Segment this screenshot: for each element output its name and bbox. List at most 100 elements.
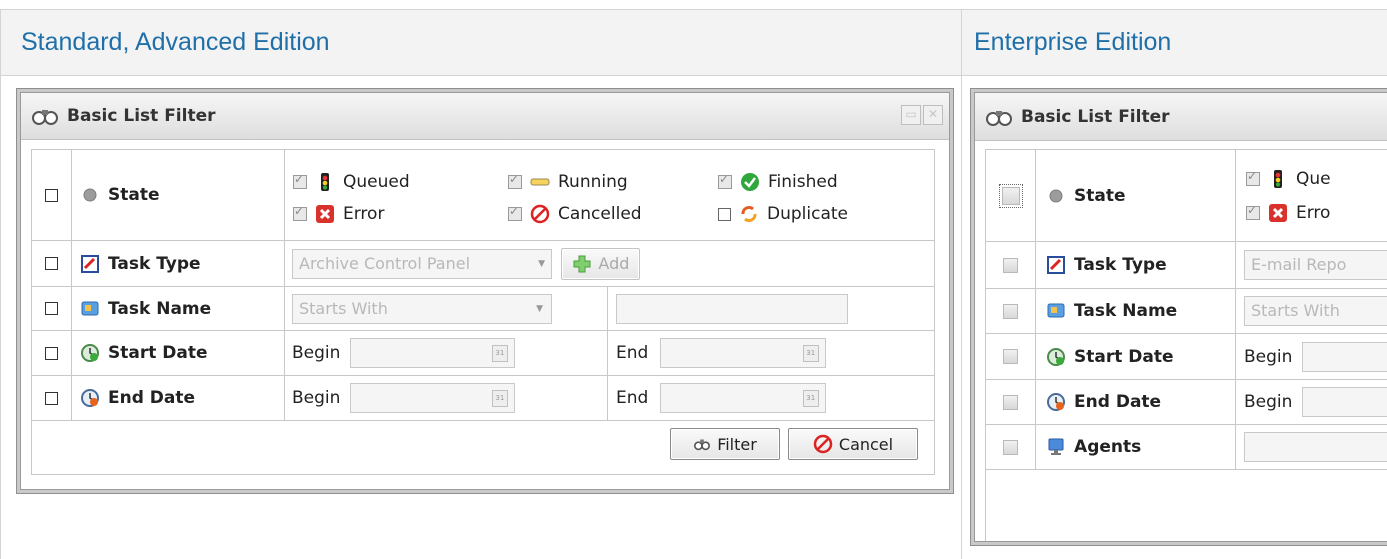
task-name-checkbox-enterprise[interactable] (1003, 303, 1019, 319)
window-titlebar[interactable]: Basic List Filter ▭ ✕ (21, 93, 949, 140)
table-row-agents-enterprise: Agents (984, 424, 1387, 470)
start-end-label: End (616, 343, 649, 363)
start-date-checkbox-enterprise[interactable] (1003, 349, 1019, 364)
task-name-checkbox[interactable] (45, 302, 58, 315)
table-border-left (0, 9, 1, 559)
start-begin-input[interactable]: 31 (349, 338, 515, 368)
column-heading-left-text: Standard, Advanced Edition (21, 28, 330, 56)
basic-list-filter-window-enterprise: Basic List Filter State Que Erro (974, 92, 1387, 542)
state-label-enterprise: State (1074, 185, 1126, 206)
state-option-queued-enterprise[interactable]: Que (1246, 169, 1387, 189)
table-row-state-enterprise: State Que Erro (984, 149, 1387, 242)
filter-table-enterprise: State Que Erro Task Typ (984, 149, 1387, 541)
task-type-icon (1047, 256, 1066, 274)
state-option-running[interactable]: Running (508, 172, 718, 192)
start-end-input[interactable]: 31 (659, 338, 826, 368)
task-name-match-dropdown[interactable]: Starts With ▼ (292, 293, 552, 324)
end-begin-input[interactable]: 31 (349, 383, 515, 413)
task-name-label: Task Name (108, 298, 212, 319)
end-date-checkbox-enterprise[interactable] (1003, 394, 1019, 410)
add-label: Add (598, 254, 630, 273)
end-date-clock-icon (81, 389, 99, 407)
start-date-clock-icon (1047, 347, 1066, 366)
duplicate-label: Duplicate (767, 204, 848, 224)
calendar-icon[interactable]: 31 (491, 345, 508, 362)
calendar-icon[interactable]: 31 (802, 345, 819, 362)
task-name-icon (1047, 303, 1065, 318)
state-dot-icon (1049, 189, 1063, 202)
task-name-match-value: Starts With (299, 298, 388, 318)
table-row-end-date-enterprise: End Date Begin (984, 379, 1387, 425)
column-heading-right-text: Enterprise Edition (974, 28, 1172, 56)
document-table: Standard, Advanced Edition Enterprise Ed… (0, 0, 1387, 559)
table-row-task-type-enterprise: Task Type E-mail Repo (984, 241, 1387, 289)
table-row-start-date: Start Date Begin 31 End 31 (31, 330, 935, 376)
running-label: Running (558, 172, 628, 192)
end-begin-input-enterprise[interactable] (1301, 387, 1387, 417)
task-name-input[interactable] (616, 293, 848, 324)
calendar-icon[interactable]: 31 (491, 390, 508, 407)
cancelled-checkbox[interactable] (508, 204, 522, 221)
progress-bar-icon (530, 178, 550, 186)
window-title: Basic List Filter (67, 106, 216, 126)
state-option-finished[interactable]: Finished (718, 172, 918, 192)
button-bar: Filter Cancel (31, 420, 935, 475)
end-end-label: End (616, 388, 649, 408)
error-checkbox-enterprise[interactable] (1246, 203, 1260, 220)
end-begin-label: Begin (292, 388, 341, 408)
task-type-checkbox[interactable] (45, 257, 58, 270)
task-name-label-enterprise: Task Name (1074, 301, 1178, 321)
state-option-duplicate[interactable]: Duplicate (718, 204, 918, 224)
window-titlebar-enterprise[interactable]: Basic List Filter (975, 93, 1387, 141)
filter-button[interactable]: Filter (670, 428, 780, 460)
cancel-circle-icon (813, 434, 833, 454)
start-date-label: Start Date (108, 343, 208, 363)
finished-checkbox[interactable] (718, 172, 732, 189)
state-dot-icon (83, 188, 97, 202)
computer-icon (1048, 438, 1064, 455)
traffic-light-icon (321, 173, 329, 191)
task-name-match-value-enterprise: Starts With (1251, 301, 1340, 320)
state-option-queued[interactable]: Queued (293, 172, 508, 192)
minimize-button[interactable]: ▭ (901, 105, 921, 125)
state-checkbox[interactable] (45, 188, 58, 202)
filter-label: Filter (717, 434, 757, 454)
end-date-clock-icon (1047, 393, 1066, 411)
start-begin-input-enterprise[interactable] (1301, 341, 1387, 372)
task-type-dropdown[interactable]: Archive Control Panel ▼ (292, 248, 552, 279)
state-option-cancelled[interactable]: Cancelled (508, 204, 718, 224)
running-checkbox[interactable] (508, 172, 522, 189)
start-date-checkbox[interactable] (45, 346, 58, 360)
duplicate-checkbox[interactable] (718, 207, 731, 221)
state-option-error[interactable]: Error (293, 204, 508, 224)
cancel-button[interactable]: Cancel (788, 428, 918, 460)
error-label-enterprise: Erro (1296, 202, 1331, 223)
red-x-icon (1269, 203, 1287, 222)
filter-table: State Queued Running Finished (31, 149, 935, 421)
end-end-input[interactable]: 31 (659, 383, 826, 413)
start-begin-label-enterprise: Begin (1244, 346, 1293, 367)
task-type-dropdown-enterprise[interactable]: E-mail Repo (1244, 250, 1387, 280)
queued-label: Queued (343, 172, 410, 192)
task-type-checkbox-enterprise[interactable] (1003, 257, 1019, 273)
queued-checkbox-enterprise[interactable] (1246, 169, 1260, 186)
state-checkbox-enterprise[interactable] (998, 183, 1023, 208)
agents-input-enterprise[interactable] (1244, 432, 1387, 462)
state-option-error-enterprise[interactable]: Erro (1246, 203, 1387, 223)
close-button[interactable]: ✕ (923, 105, 943, 125)
add-button[interactable]: Add (561, 247, 641, 280)
start-date-clock-icon (81, 344, 99, 362)
end-date-label: End Date (108, 388, 196, 408)
calendar-icon[interactable]: 31 (802, 390, 819, 407)
start-begin-label: Begin (292, 343, 341, 363)
agents-checkbox-enterprise[interactable] (1003, 439, 1019, 455)
queued-checkbox[interactable] (293, 172, 307, 189)
start-date-label-enterprise: Start Date (1074, 346, 1174, 367)
task-type-icon (81, 254, 99, 273)
window-title-enterprise: Basic List Filter (1021, 106, 1170, 127)
end-date-checkbox[interactable] (45, 391, 58, 405)
end-date-label-enterprise: End Date (1074, 392, 1162, 412)
task-name-match-dropdown-enterprise[interactable]: Starts With (1244, 296, 1387, 326)
error-checkbox[interactable] (293, 204, 307, 221)
cancel-circle-icon (530, 204, 550, 224)
